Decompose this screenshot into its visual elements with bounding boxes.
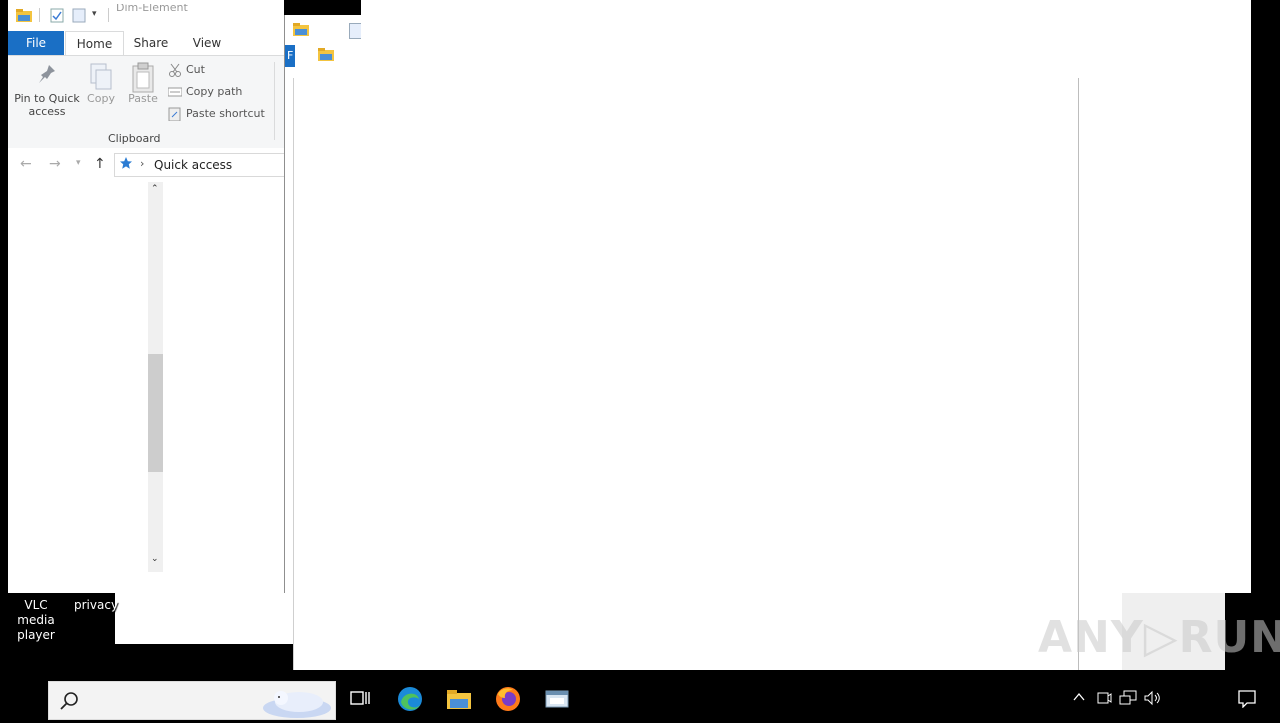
ribbon-tabs: File Home Share View <box>8 31 284 56</box>
up-arrow-icon[interactable]: ↑ <box>94 156 106 172</box>
forward-arrow-icon[interactable]: → <box>49 156 61 172</box>
paste-shortcut-button[interactable]: Paste shortcut <box>168 104 265 124</box>
tab-home[interactable]: Home <box>65 31 124 56</box>
task-view-button[interactable] <box>336 680 384 720</box>
small-white-window <box>115 593 293 644</box>
paste-icon <box>128 62 158 93</box>
desktop-icon-label-line2: player <box>17 628 55 642</box>
desktop-icon-privacy[interactable]: privacy <box>74 598 118 613</box>
address-box[interactable]: › Quick access <box>114 153 285 177</box>
quick-access-star-icon <box>119 156 133 173</box>
tab-file[interactable]: File <box>8 31 64 55</box>
firefox-icon <box>495 686 521 715</box>
search-icon <box>59 691 79 714</box>
document-area <box>293 78 1080 670</box>
folder-icon[interactable] <box>317 46 335 65</box>
paste-shortcut-icon <box>168 107 182 122</box>
paste-button[interactable]: Paste <box>128 62 158 105</box>
pin-to-quick-access-button[interactable]: Pin to Quick access <box>14 62 80 118</box>
qat-divider <box>39 8 40 22</box>
scroll-up-icon[interactable]: ⌃ <box>151 184 159 194</box>
file-tab-label: F <box>287 49 294 62</box>
paste-shortcut-label: Paste shortcut <box>186 107 265 120</box>
qat-divider <box>108 8 109 22</box>
task-view-icon <box>350 690 370 711</box>
explorer-window: ▾ Dim-Element File Home Share View Pin t… <box>8 0 285 593</box>
paste-label: Paste <box>128 92 158 105</box>
properties-icon[interactable] <box>50 8 64 26</box>
folder-icon[interactable] <box>15 7 33 26</box>
cut-label: Cut <box>186 63 205 76</box>
app-button[interactable] <box>533 680 581 720</box>
anyrun-watermark: ANY▷RUN <box>1038 612 1280 663</box>
new-folder-icon[interactable] <box>72 8 86 26</box>
search-highlight-image <box>257 684 335 723</box>
cut-button[interactable]: Cut <box>168 60 205 80</box>
recent-locations-chevron-icon[interactable]: ▾ <box>76 158 81 168</box>
search-box[interactable] <box>48 681 336 720</box>
ribbon-divider <box>274 62 275 140</box>
copy-path-icon <box>167 85 183 99</box>
breadcrumb-quick-access[interactable]: Quick access <box>154 158 232 172</box>
firefox-button[interactable] <box>484 680 532 720</box>
pin-label-line1: Pin to Quick <box>14 92 80 105</box>
copy-path-label: Copy path <box>186 85 243 98</box>
scissors-icon <box>168 63 182 77</box>
desktop-icon-label-line1: VLC media <box>17 598 55 627</box>
tab-view[interactable]: View <box>184 31 230 55</box>
notification-icon[interactable] <box>1238 690 1256 712</box>
pin-icon <box>14 62 80 92</box>
navigation-pane: ⌃ ⌄ <box>8 182 284 588</box>
folder-icon[interactable] <box>292 21 310 40</box>
desktop-icon-vlc[interactable]: VLC media player <box>4 598 68 643</box>
quick-access-toolbar: ▾ Dim-Element <box>8 0 284 31</box>
scroll-down-icon[interactable]: ⌄ <box>151 554 159 564</box>
chevron-down-icon[interactable]: ▾ <box>92 9 97 19</box>
address-bar-row: ← → ▾ ↑ › Quick access <box>8 148 285 180</box>
window-title: Dim-Element <box>116 4 188 12</box>
volume-icon[interactable] <box>1143 690 1161 710</box>
app-window-icon <box>544 688 570 713</box>
edge-button[interactable] <box>386 680 434 720</box>
copy-button[interactable]: Copy <box>86 62 116 105</box>
desktop-icon-label-line1: privacy <box>74 598 119 612</box>
ribbon: Pin to Quick access Copy Paste Cut Copy … <box>8 55 284 149</box>
copy-icon <box>86 62 116 92</box>
folder-icon <box>446 688 472 713</box>
clipboard-group-label: Clipboard <box>108 132 161 145</box>
copy-label: Copy <box>87 92 115 105</box>
tab-share[interactable]: Share <box>128 31 174 55</box>
breadcrumb-separator: › <box>140 157 145 170</box>
document-border <box>1078 78 1079 670</box>
scrollbar-thumb[interactable] <box>148 354 163 472</box>
pin-label-line2: access <box>28 105 66 118</box>
meet-now-icon[interactable] <box>1096 690 1112 710</box>
navigation-pane-scrollbar[interactable]: ⌃ ⌄ <box>148 182 163 572</box>
tab-file[interactable]: F <box>285 45 295 67</box>
network-icon[interactable] <box>1119 690 1137 710</box>
edge-icon <box>397 686 423 715</box>
file-explorer-button[interactable] <box>435 680 483 720</box>
copy-path-button[interactable]: Copy path <box>167 82 243 102</box>
chevron-up-icon[interactable] <box>1072 691 1086 707</box>
back-arrow-icon[interactable]: ← <box>20 156 32 172</box>
